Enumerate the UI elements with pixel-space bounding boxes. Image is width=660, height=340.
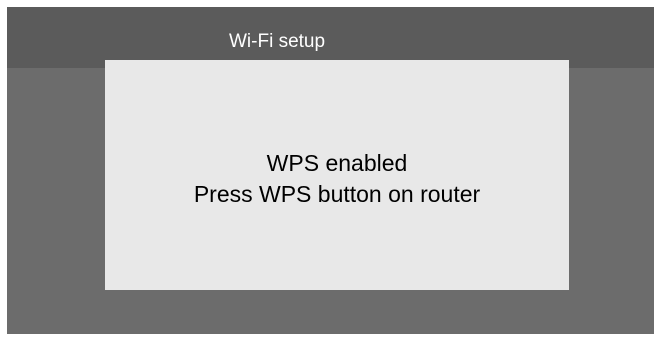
window-title: Wi-Fi setup [229, 31, 326, 52]
dialog-message: WPS enabled Press WPS button on router [105, 148, 569, 210]
title-bar: Wi-Fi setup [7, 7, 654, 68]
wps-dialog: WPS enabled Press WPS button on router [105, 60, 569, 290]
dialog-status-text: WPS enabled [266, 150, 408, 176]
screen: Wi-Fi setup WPS enabled Press WPS button… [7, 7, 654, 334]
dialog-instruction-text: Press WPS button on router [193, 181, 481, 207]
